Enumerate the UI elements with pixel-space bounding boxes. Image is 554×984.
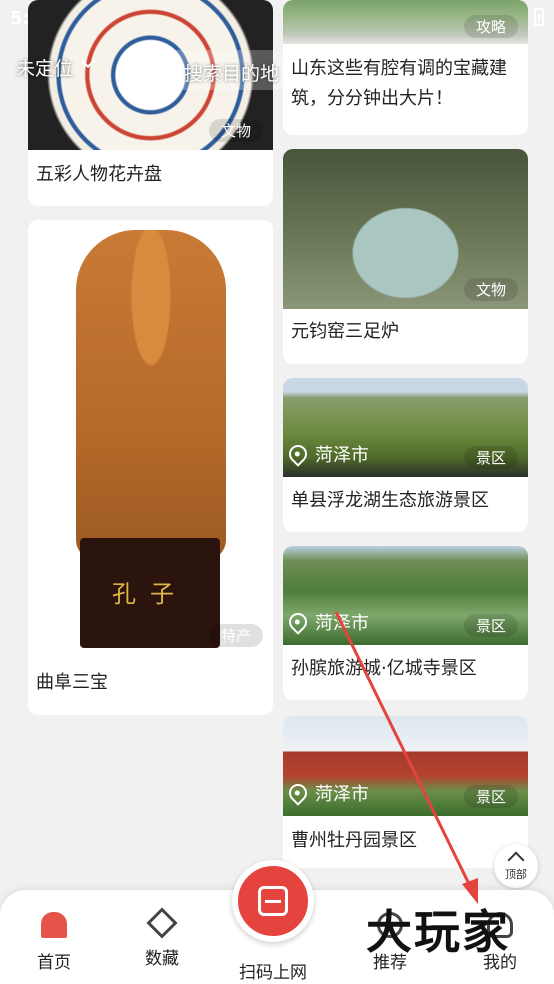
annotation-arrow — [334, 611, 478, 904]
search-placeholder: 搜索目的地 — [184, 63, 280, 85]
chevron-down-icon[interactable] — [80, 53, 96, 69]
search-bar[interactable]: 搜索目的地 — [132, 50, 292, 90]
location-selector[interactable]: 未定位 — [16, 54, 73, 81]
status-time: 5: — [10, 8, 30, 29]
top-bar: 未定位 搜索目的地 — [0, 46, 554, 94]
search-icon — [146, 60, 164, 78]
arrow-line — [334, 611, 474, 891]
battery-icon — [534, 8, 544, 26]
watermark: 大玩家 — [366, 905, 510, 959]
location-label: 未定位 — [16, 58, 74, 80]
